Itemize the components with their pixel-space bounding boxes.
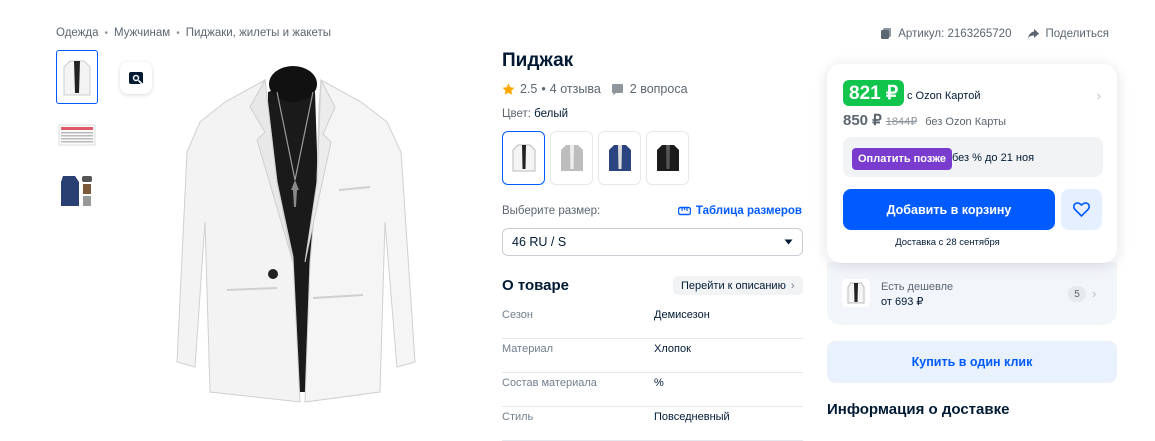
copy-icon bbox=[881, 28, 892, 39]
breadcrumb-separator: • bbox=[176, 27, 180, 39]
share-button[interactable]: Поделиться bbox=[1027, 27, 1109, 40]
delivery-info-heading: Информация о доставке bbox=[827, 401, 1010, 418]
star-icon bbox=[502, 83, 515, 95]
size-table-link[interactable]: Таблица размеров bbox=[677, 205, 802, 217]
color-label: Цвет: белый bbox=[502, 108, 568, 120]
chevron-right-icon[interactable]: › bbox=[1097, 88, 1101, 103]
ozon-card-label: с Ozon Картой bbox=[907, 90, 981, 102]
pay-later-terms: без % до 21 ноя bbox=[952, 152, 1035, 164]
color-label-text: Цвет: bbox=[502, 108, 531, 120]
spec-key: Материал bbox=[502, 343, 553, 355]
size-select[interactable]: 46 RU / S bbox=[502, 228, 803, 256]
thumbnail-2[interactable] bbox=[56, 108, 98, 162]
size-chart-thumbnail bbox=[58, 124, 96, 146]
chevron-right-icon: › bbox=[790, 279, 795, 292]
jacket-white-swatch bbox=[512, 144, 535, 172]
spec-key: Состав материала bbox=[502, 377, 597, 389]
heart-icon bbox=[1073, 202, 1090, 217]
jacket-blue-thumbnail bbox=[61, 176, 92, 206]
spec-row: Материал Хлопок bbox=[502, 339, 803, 373]
question-bubble-icon bbox=[611, 83, 623, 95]
jacket-gray-swatch bbox=[560, 145, 583, 171]
breadcrumb-item[interactable]: Пиджаки, жилеты и жакеты bbox=[186, 27, 331, 39]
favorite-button[interactable] bbox=[1061, 189, 1102, 230]
share-icon bbox=[1028, 29, 1040, 39]
rating-row: 2.5 • 4 отзыва 2 вопроса bbox=[502, 82, 688, 96]
cheaper-count-badge: 5 bbox=[1068, 286, 1086, 302]
color-value: белый bbox=[534, 108, 569, 120]
caret-down-icon bbox=[784, 239, 793, 245]
buy-one-click-button[interactable]: Купить в один клик bbox=[827, 341, 1117, 383]
product-title: Пиджак bbox=[502, 50, 574, 71]
cheaper-label: Есть дешевле bbox=[881, 281, 954, 293]
article-number[interactable]: Артикул: 2163265720 bbox=[880, 27, 1011, 40]
breadcrumb-item[interactable]: Мужчинам bbox=[114, 27, 170, 39]
spec-row: Стиль Повседневный bbox=[502, 407, 803, 441]
jacket-black-swatch bbox=[656, 145, 679, 171]
color-swatch-gray[interactable] bbox=[550, 131, 593, 185]
ozon-card-price: 821 ₽ bbox=[843, 80, 905, 106]
camera-search-icon bbox=[129, 72, 143, 85]
cheaper-offer-thumbnail bbox=[842, 279, 870, 307]
top-actions: Артикул: 2163265720 Поделиться bbox=[864, 27, 1109, 40]
spec-value: Хлопок bbox=[654, 343, 691, 355]
add-to-cart-button[interactable]: Добавить в корзину bbox=[843, 189, 1055, 230]
spec-value: Демисезон bbox=[654, 309, 710, 321]
pay-later-block[interactable]: Оплатить позже без % до 21 ноя bbox=[843, 137, 1103, 177]
color-swatch-black[interactable] bbox=[646, 131, 689, 185]
cheaper-offers[interactable]: Есть дешевле от 693 ₽ 5 › bbox=[827, 262, 1117, 325]
size-table-label: Таблица размеров bbox=[695, 205, 802, 217]
spec-value: % bbox=[654, 377, 664, 389]
visual-search-button[interactable] bbox=[120, 62, 152, 94]
thumbnail-1[interactable] bbox=[56, 50, 98, 104]
size-label: Выберите размер: bbox=[502, 205, 601, 217]
thumbnail-3[interactable] bbox=[56, 163, 98, 217]
product-main-image[interactable] bbox=[165, 62, 427, 434]
jacket-white-thumbnail bbox=[63, 60, 91, 96]
chevron-right-icon: › bbox=[1092, 286, 1097, 301]
breadcrumb-item[interactable]: Одежда bbox=[56, 27, 98, 39]
spec-value: Повседневный bbox=[654, 411, 730, 423]
delivery-date: Доставка с 28 сентября bbox=[895, 237, 1000, 248]
regular-price-row: 850 ₽ 1844₽ без Ozon Карты bbox=[843, 111, 1006, 129]
old-price: 1844₽ bbox=[885, 116, 918, 128]
spec-key: Сезон bbox=[502, 309, 533, 321]
spec-row: Сезон Демисезон bbox=[502, 305, 803, 339]
breadcrumb: Одежда • Мужчинам • Пиджаки, жилеты и жа… bbox=[56, 27, 331, 39]
goto-description-label: Перейти к описанию bbox=[681, 279, 786, 292]
goto-description-button[interactable]: Перейти к описанию › bbox=[673, 276, 803, 295]
jacket-white-mini bbox=[847, 282, 865, 304]
regular-price: 850 ₽ bbox=[843, 112, 882, 129]
color-swatch-white[interactable] bbox=[502, 131, 545, 185]
about-heading: О товаре bbox=[502, 277, 570, 294]
reviews-link[interactable]: 4 отзыва bbox=[550, 82, 601, 96]
ruler-icon bbox=[677, 206, 691, 216]
questions-link[interactable]: 2 вопроса bbox=[630, 82, 688, 96]
color-swatch-blue[interactable] bbox=[598, 131, 641, 185]
jacket-blue-swatch bbox=[608, 145, 631, 171]
pay-later-button[interactable]: Оплатить позже bbox=[852, 148, 952, 170]
spec-row: Состав материала% bbox=[502, 373, 803, 407]
breadcrumb-separator: • bbox=[104, 27, 108, 39]
rating-value: 2.5 bbox=[520, 82, 538, 96]
article-text: Артикул: 2163265720 bbox=[898, 27, 1012, 40]
spec-key: Стиль bbox=[502, 411, 534, 423]
buy-box: 821 ₽ с Ozon Картой › 850 ₽ 1844₽ без Oz… bbox=[827, 64, 1117, 263]
size-selected-value: 46 RU / S bbox=[512, 235, 567, 249]
cheaper-price: от 693 ₽ bbox=[881, 296, 924, 308]
share-label: Поделиться bbox=[1045, 27, 1109, 40]
without-card-label: без Ozon Карты bbox=[925, 116, 1007, 128]
rating-separator: • bbox=[541, 82, 546, 96]
